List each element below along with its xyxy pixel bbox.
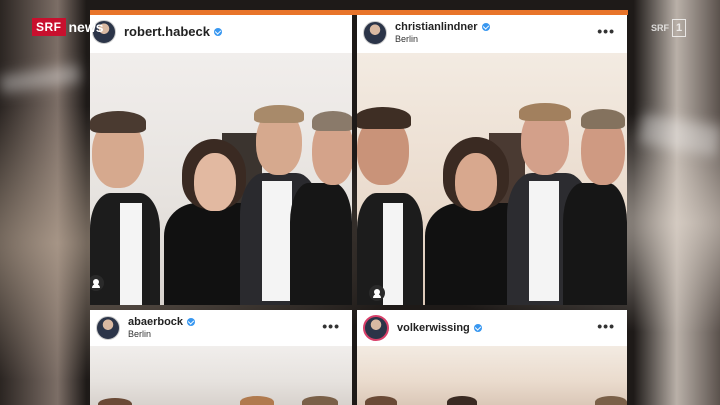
post-abaerbock: abaerbock Berlin •••	[90, 310, 352, 405]
channel-badge: SRF 1	[651, 19, 686, 37]
more-options-icon[interactable]: •••	[597, 319, 615, 333]
username[interactable]: abaerbock	[128, 316, 196, 328]
name-block: christianlindner Berlin	[395, 21, 490, 45]
name-block: volkerwissing	[397, 322, 482, 334]
avatar-story-ring[interactable]	[363, 315, 389, 341]
person-hair	[254, 105, 304, 123]
post-christianlindner: christianlindner Berlin •••	[357, 15, 627, 305]
name-block: robert.habeck	[124, 24, 222, 39]
channel-prefix: SRF	[651, 23, 669, 33]
more-options-icon[interactable]: •••	[322, 319, 340, 333]
person-hair	[581, 109, 625, 129]
verified-badge-icon	[187, 318, 196, 327]
post-photo[interactable]	[357, 346, 627, 405]
avatar[interactable]	[96, 316, 120, 340]
person-hair	[98, 398, 132, 405]
username[interactable]: robert.habeck	[124, 24, 222, 39]
logo-news: news	[68, 19, 104, 35]
more-options-icon[interactable]: •••	[597, 24, 615, 38]
person-face	[194, 153, 236, 211]
person-hair	[90, 111, 146, 133]
post-photo[interactable]	[357, 53, 627, 305]
verified-badge-icon	[213, 27, 222, 36]
person-hair	[312, 111, 352, 131]
location[interactable]: Berlin	[395, 34, 490, 45]
post-header: abaerbock Berlin •••	[90, 310, 352, 346]
person-hair	[365, 396, 397, 405]
person-shirt	[120, 203, 142, 305]
post-volkerwissing: volkerwissing •••	[357, 310, 627, 405]
person-hair	[447, 396, 477, 405]
person-shirt	[529, 181, 559, 301]
verified-badge-icon	[473, 324, 482, 332]
avatar[interactable]	[363, 21, 387, 45]
post-photo[interactable]	[90, 346, 352, 405]
channel-number: 1	[672, 19, 686, 37]
post-header: volkerwissing •••	[357, 310, 627, 346]
photo-wall	[357, 346, 627, 405]
username-text[interactable]: volkerwissing	[397, 322, 470, 334]
post-header: christianlindner Berlin •••	[357, 15, 627, 51]
location[interactable]: Berlin	[128, 329, 195, 340]
person-hair	[302, 396, 338, 405]
username[interactable]: volkerwissing	[397, 322, 482, 334]
person-hair	[240, 396, 274, 405]
person-hair	[595, 396, 627, 405]
post-header: robert.habeck	[90, 15, 352, 49]
user-tag-icon[interactable]	[369, 285, 385, 301]
username-text[interactable]: abaerbock	[128, 316, 183, 328]
person-shirt	[262, 181, 292, 301]
username-text[interactable]: robert.habeck	[124, 24, 210, 39]
srf-news-logo: SRF news	[32, 18, 104, 36]
person-torso	[290, 183, 352, 305]
verified-badge-icon	[481, 23, 490, 32]
person-hair	[519, 103, 571, 121]
name-block: abaerbock Berlin	[128, 316, 196, 340]
username[interactable]: christianlindner	[395, 21, 490, 33]
post-robert-habeck: robert.habeck	[90, 15, 352, 305]
username-text[interactable]: christianlindner	[395, 21, 478, 33]
post-photo[interactable]	[90, 53, 352, 305]
person-shirt	[383, 203, 403, 305]
person-torso	[563, 183, 627, 305]
person-face	[455, 153, 497, 211]
logo-srf: SRF	[32, 18, 66, 36]
person-hair	[357, 107, 411, 129]
